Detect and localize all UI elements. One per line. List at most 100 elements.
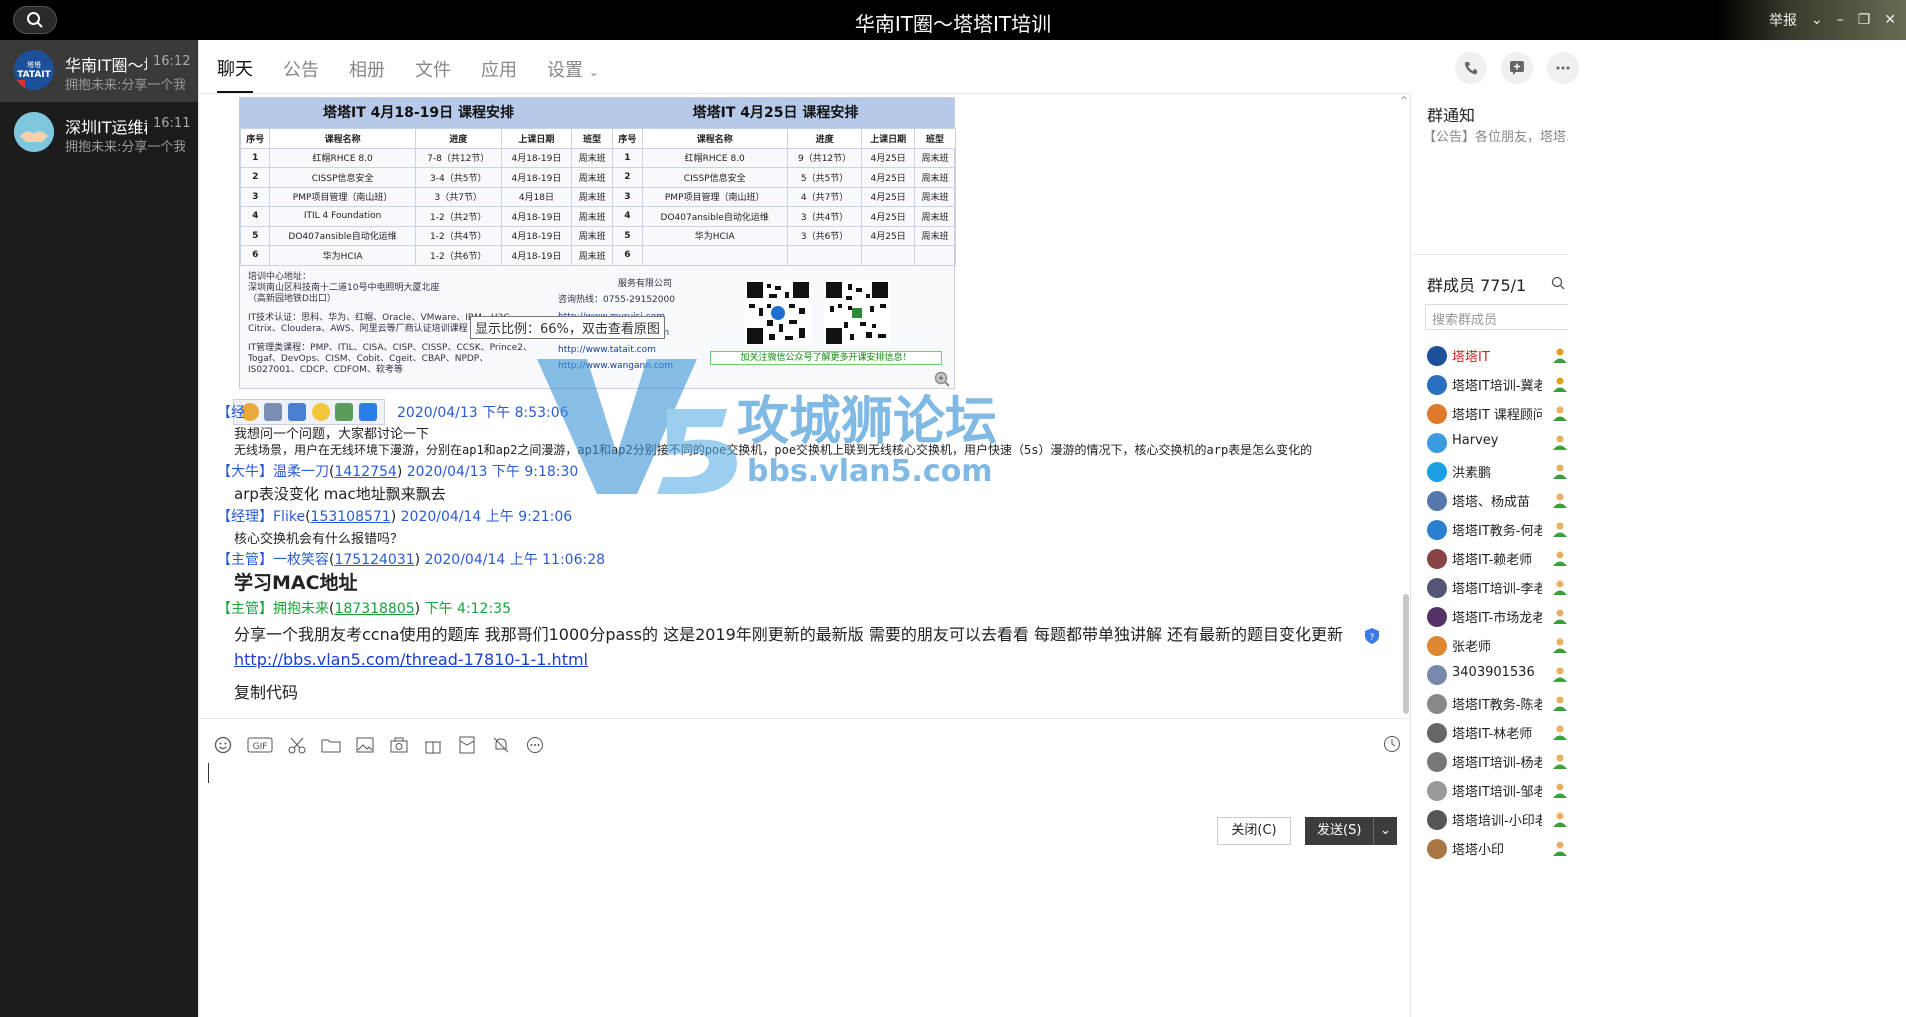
member-qq[interactable]: 153108571 xyxy=(311,509,391,525)
tab-settings[interactable]: 设置 ⌄ xyxy=(547,42,599,92)
member-status-icon xyxy=(1551,346,1568,364)
avatar xyxy=(1427,462,1447,482)
member-item[interactable]: 塔塔IT培训-李老师 xyxy=(1411,573,1568,602)
schedule-image[interactable]: 塔塔IT 4月18-19日 课程安排 塔塔IT 4月25日 课程安排 序号 课程名… xyxy=(239,97,957,390)
close-icon[interactable]: ✕ xyxy=(1884,12,1896,28)
message-time: 下午 4:12:35 xyxy=(424,601,511,617)
member-item[interactable]: 塔塔IT 课程顾问 xyxy=(1411,399,1568,428)
bell-off-icon[interactable] xyxy=(491,735,511,755)
chat-main: 聊天 公告 相册 文件 应用 设置 ⌄ 塔塔IT 4月18-19日 课程安排 塔… xyxy=(198,40,1411,1017)
member-qq[interactable]: 1412754 xyxy=(334,464,396,480)
member-nick[interactable]: 拥抱未来 xyxy=(273,601,329,617)
member-item[interactable]: 塔塔培训-小印老师 xyxy=(1411,805,1568,834)
schedule-row: 3 PMP项目管理（南山班） 3（共7节） 4月18日 周末班 3 PMP项目管理（南山班）… xyxy=(239,186,957,207)
schedule-header-cell: 上课日期 xyxy=(500,128,573,149)
message-time: 2020/04/14 上午 11:06:28 xyxy=(424,552,606,568)
schedule-row: 6 华为HCIA 1-2（共6节） 4月18-19日 周末班 6 xyxy=(239,245,957,266)
close-button[interactable]: 关闭(C) xyxy=(1217,817,1291,845)
member-item[interactable]: 塔塔IT-赖老师 xyxy=(1411,544,1568,573)
message-input[interactable] xyxy=(199,759,1411,809)
schedule-cell: PMP项目管理（南山班） xyxy=(269,186,416,207)
search-icon[interactable] xyxy=(1551,275,1565,294)
member-item[interactable]: 塔塔小印 xyxy=(1411,834,1568,863)
scissors-icon[interactable] xyxy=(287,735,307,755)
tab-apps[interactable]: 应用 xyxy=(481,42,517,92)
zoom-in-icon[interactable] xyxy=(934,371,950,390)
camera-icon[interactable] xyxy=(389,735,409,755)
more-icon[interactable] xyxy=(525,735,545,755)
folder-icon[interactable] xyxy=(321,735,341,755)
member-status-icon xyxy=(1551,462,1568,480)
member-role: 【主管】 xyxy=(217,552,273,568)
schedule-cell xyxy=(913,245,957,266)
tab-album[interactable]: 相册 xyxy=(349,42,385,92)
member-item[interactable]: 塔塔IT培训-冀老师 xyxy=(1411,370,1568,399)
schedule-cell: 4月18-19日 xyxy=(500,245,573,266)
message-header: 【经 2020/04/13 下午 8:53:06 xyxy=(217,402,569,422)
gif-icon[interactable]: GIF xyxy=(247,735,273,755)
image-icon[interactable] xyxy=(355,735,375,755)
message-time: 2020/04/13 下午 9:18:30 xyxy=(406,464,579,480)
schedule-titles: 塔塔IT 4月18-19日 课程安排 塔塔IT 4月25日 课程安排 xyxy=(240,98,954,128)
tab-chat[interactable]: 聊天 xyxy=(217,41,253,93)
member-item[interactable]: 塔塔IT培训-杨老师 xyxy=(1411,747,1568,776)
notice-text[interactable]: 【公告】各位朋友，塔塔... xyxy=(1423,126,1568,145)
chevron-down-icon[interactable]: ⌄ xyxy=(1373,817,1397,845)
more-icon[interactable] xyxy=(1547,52,1579,84)
red-packet-icon[interactable] xyxy=(457,735,477,755)
window-controls: 举报 ⌄ – ❐ ✕ xyxy=(1716,0,1906,40)
minimize-icon[interactable]: – xyxy=(1837,12,1844,28)
conversation-name: 华南IT圈～塔塔IT培训 xyxy=(65,56,147,75)
member-qq[interactable]: 175124031 xyxy=(334,552,414,568)
member-item[interactable]: 塔塔IT xyxy=(1411,341,1568,370)
scroll-thumb[interactable] xyxy=(1403,594,1409,714)
header-actions xyxy=(1455,52,1579,84)
member-item[interactable]: 塔塔IT教务-何老师 xyxy=(1411,515,1568,544)
schedule-cell: 周末班 xyxy=(913,225,957,246)
message-area[interactable]: 塔塔IT 4月18-19日 课程安排 塔塔IT 4月25日 课程安排 序号 课程名… xyxy=(199,94,1411,718)
report-button[interactable]: 举报 xyxy=(1769,10,1797,30)
member-nick[interactable]: 温柔一刀 xyxy=(273,464,329,480)
tab-files[interactable]: 文件 xyxy=(415,42,451,92)
member-nick[interactable]: Flike xyxy=(273,509,305,525)
send-button[interactable]: 发送(S) ⌄ xyxy=(1305,817,1397,845)
member-role: 【经 xyxy=(217,405,245,421)
message-link[interactable]: http://bbs.vlan5.com/thread-17810-1-1.ht… xyxy=(234,650,588,669)
emoji-icon[interactable] xyxy=(213,735,233,755)
member-item[interactable]: 塔塔、杨成苗 xyxy=(1411,486,1568,515)
member-item[interactable]: 张老师 xyxy=(1411,631,1568,660)
schedule-cell: 3-4（共5节） xyxy=(414,167,502,188)
message-text: 核心交换机会有什么报错吗？ xyxy=(234,532,404,547)
member-search-input[interactable]: 搜索群成员 xyxy=(1425,304,1568,330)
member-qq[interactable]: 187318805 xyxy=(334,601,414,617)
address-note: （高新园地铁D出口） xyxy=(248,293,336,304)
svg-text:GIF: GIF xyxy=(253,742,268,752)
conversation-item[interactable]: 塔塔TATAIT 华南IT圈～塔塔IT培训 16:12 拥抱未来:分享一个我朋友 xyxy=(0,40,198,102)
member-item[interactable]: 塔塔IT-林老师 xyxy=(1411,718,1568,747)
member-item[interactable]: 塔塔IT培训-邹老师 xyxy=(1411,776,1568,805)
qr-caption: 加关注微信公众号了解更多开课安排信息！ xyxy=(710,350,942,365)
maximize-icon[interactable]: ❐ xyxy=(1858,12,1871,28)
chevron-down-icon[interactable]: ⌄ xyxy=(1811,12,1823,28)
message-time: 2020/04/13 下午 8:53:06 xyxy=(397,405,569,421)
avatar xyxy=(1427,839,1447,859)
member-nick[interactable]: 一枚笑容 xyxy=(273,552,329,568)
schedule-cell: 周末班 xyxy=(913,186,957,207)
member-item[interactable]: 塔塔IT-市场龙老师 xyxy=(1411,602,1568,631)
member-item[interactable]: 3403901536 xyxy=(1411,660,1568,689)
gift-icon[interactable] xyxy=(423,735,443,755)
scrollbar[interactable] xyxy=(1403,94,1409,718)
conversation-item[interactable]: 深圳IT运维群 16:11 拥抱未来:分享一个我朋友 xyxy=(0,102,198,164)
add-chat-icon[interactable] xyxy=(1501,52,1533,84)
phone-icon[interactable] xyxy=(1455,52,1487,84)
member-item[interactable]: Harvey xyxy=(1411,428,1568,457)
clock-icon[interactable] xyxy=(1383,735,1401,757)
schedule-row: 2 CISSP信息安全 3-4（共5节） 4月18-19日 周末班 2 CISSP信息安全 5… xyxy=(239,167,957,188)
member-item[interactable]: 塔塔IT教务-陈老师 xyxy=(1411,689,1568,718)
tab-announcement[interactable]: 公告 xyxy=(283,42,319,92)
message-text: 复制代码 xyxy=(234,683,299,702)
schedule-cell: DO407ansible自动化运维 xyxy=(641,206,788,227)
member-item[interactable]: 洪素鹏 xyxy=(1411,457,1568,486)
svg-text:TATAIT: TATAIT xyxy=(17,70,51,80)
schedule-cell xyxy=(861,245,915,266)
